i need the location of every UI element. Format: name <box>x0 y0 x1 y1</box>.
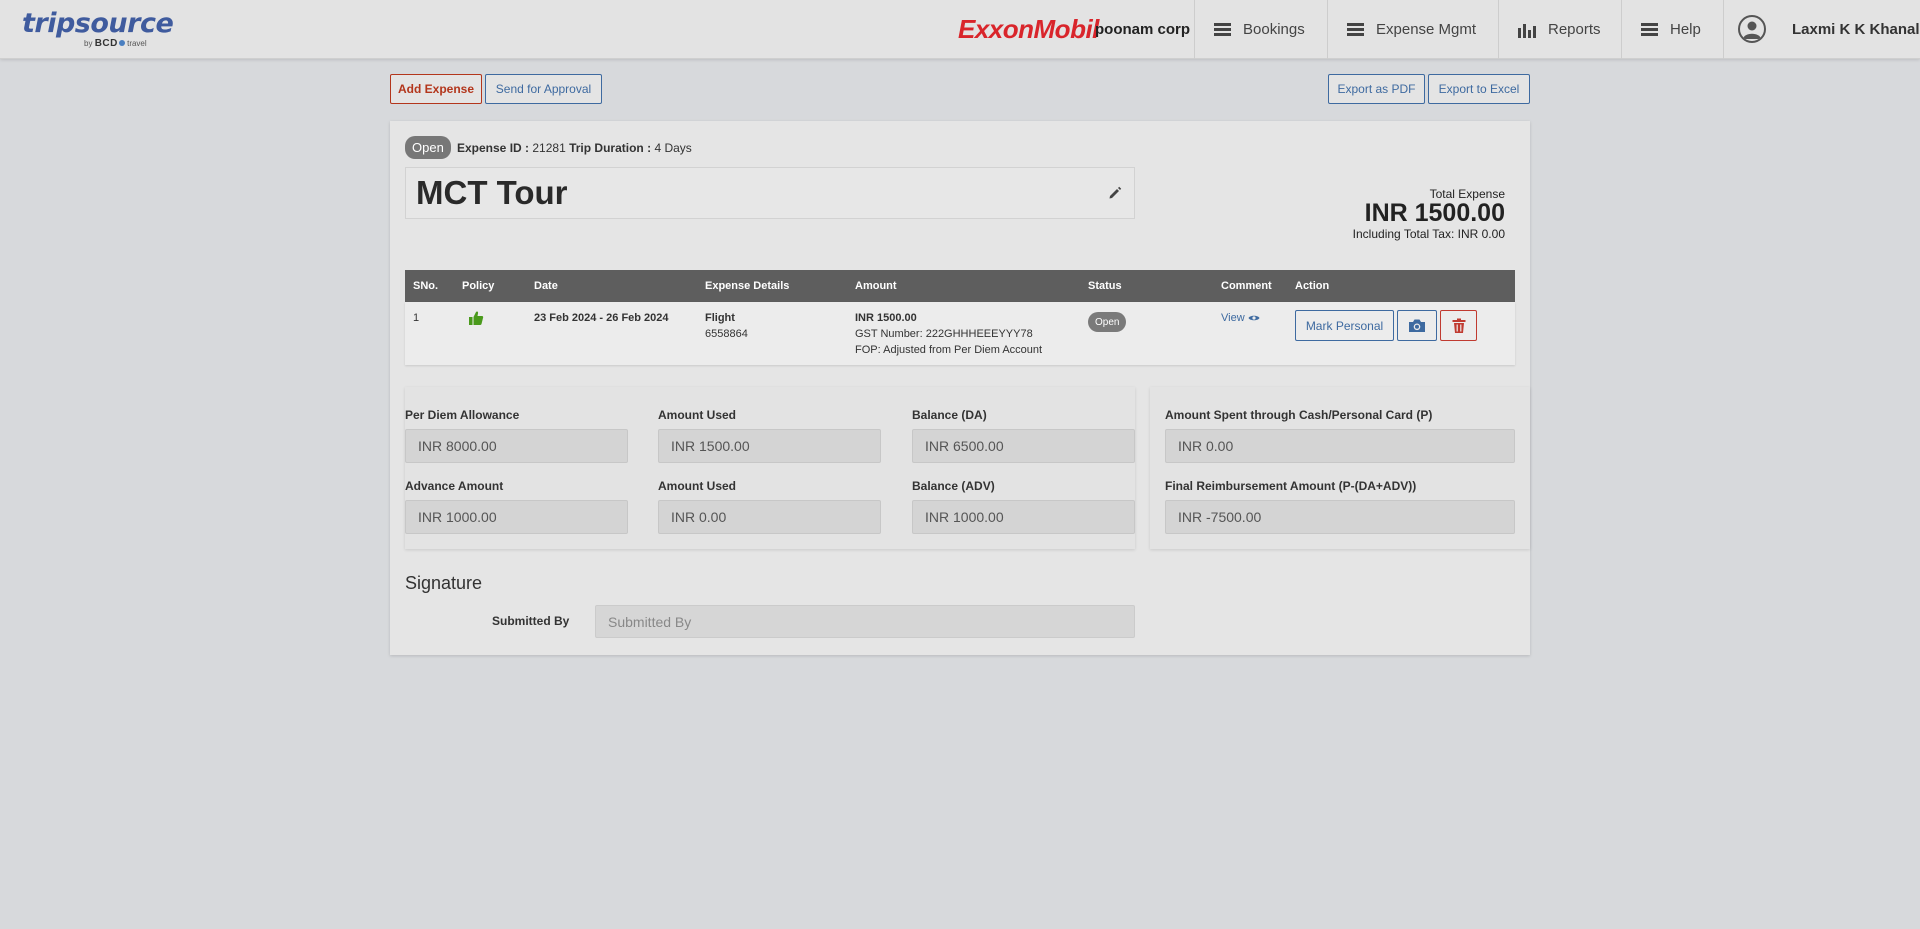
nav-bookings-label: Bookings <box>1243 21 1305 38</box>
cash-spent-label: Amount Spent through Cash/Personal Card … <box>1165 408 1433 422</box>
nav-reports-label: Reports <box>1548 21 1601 38</box>
logo-sub-prefix: by <box>84 39 93 48</box>
trash-icon <box>1452 318 1466 334</box>
attach-receipt-button[interactable] <box>1397 310 1437 341</box>
balance-adv-label: Balance (ADV) <box>912 479 995 493</box>
nav-divider <box>1723 0 1724 59</box>
menu-icon <box>1641 22 1658 37</box>
row-expense-details: Flight 6558864 <box>705 310 748 342</box>
nav-help[interactable]: Help <box>1641 0 1701 59</box>
nav-help-label: Help <box>1670 21 1701 38</box>
send-for-approval-button[interactable]: Send for Approval <box>485 74 602 104</box>
expense-id-label: Expense ID : <box>457 141 530 155</box>
row-detail-ref: 6558864 <box>705 328 748 340</box>
export-pdf-button[interactable]: Export as PDF <box>1328 74 1425 104</box>
advance-amount-label: Advance Amount <box>405 479 504 493</box>
balance-da-field: INR 6500.00 <box>912 429 1135 463</box>
delete-expense-button[interactable] <box>1440 310 1477 341</box>
logo-subtext: by BCD travel <box>84 38 147 49</box>
column-header-amount: Amount <box>855 280 897 292</box>
top-navigation-bar: tripsource by BCD travel ExxonMobil poon… <box>0 0 1920 59</box>
row-amount: INR 1500.00 GST Number: 222GHHHEEEYYY78 … <box>855 310 1042 358</box>
row-status-badge: Open <box>1088 312 1127 332</box>
logo-sub-brand: BCD <box>94 38 118 49</box>
table-row: 1 23 Feb 2024 - 26 Feb 2024 Flight 65588… <box>405 302 1515 365</box>
cash-spent-field: INR 0.00 <box>1165 429 1515 463</box>
row-view-comment-link[interactable]: View <box>1221 312 1260 324</box>
advance-amount-field: INR 1000.00 <box>405 500 628 534</box>
expense-title-box: MCT Tour <box>405 167 1135 219</box>
user-name[interactable]: Laxmi K K Khanal <box>1792 21 1920 38</box>
row-gst: GST Number: 222GHHHEEEYYY78 <box>855 328 1033 340</box>
logo-wordmark: tripsource <box>22 8 174 39</box>
logo-dot-icon <box>118 40 125 46</box>
add-expense-button[interactable]: Add Expense <box>390 74 482 104</box>
per-diem-label: Per Diem Allowance <box>405 408 520 422</box>
camera-icon <box>1408 318 1426 333</box>
nav-expense-mgmt[interactable]: Expense Mgmt <box>1347 0 1476 59</box>
column-header-sno: SNo. <box>413 280 439 292</box>
expense-table-header: SNo. Policy Date Expense Details Amount … <box>405 270 1515 302</box>
menu-icon <box>1214 22 1231 37</box>
nav-divider <box>1194 0 1195 59</box>
amount-used-adv-field: INR 0.00 <box>658 500 881 534</box>
nav-expense-mgmt-label: Expense Mgmt <box>1376 21 1477 38</box>
per-diem-field: INR 8000.00 <box>405 429 628 463</box>
logo-sub-suffix: travel <box>127 39 147 48</box>
row-detail-type: Flight <box>705 312 735 324</box>
amount-used-da-field: INR 1500.00 <box>658 429 881 463</box>
balance-da-label: Balance (DA) <box>912 408 987 422</box>
amount-used-adv-label: Amount Used <box>658 479 736 493</box>
column-header-action: Action <box>1295 280 1330 292</box>
pencil-icon[interactable] <box>1108 186 1122 205</box>
row-sno: 1 <box>413 312 420 324</box>
nav-divider <box>1621 0 1622 59</box>
final-reimbursement-field: INR -7500.00 <box>1165 500 1515 534</box>
expense-status-badge: Open <box>405 136 451 159</box>
submitted-by-field[interactable]: Submitted By <box>595 605 1135 638</box>
column-header-comment: Comment <box>1221 280 1272 292</box>
column-header-date: Date <box>534 280 558 292</box>
bar-chart-icon <box>1518 22 1536 38</box>
row-date-text: 23 Feb 2024 - 26 Feb 2024 <box>534 312 669 324</box>
tripsource-logo[interactable]: tripsource by BCD travel <box>22 8 174 49</box>
thumbs-up-icon <box>468 310 484 331</box>
user-avatar-icon[interactable] <box>1738 15 1766 43</box>
mark-personal-button[interactable]: Mark Personal <box>1295 310 1394 341</box>
export-excel-button[interactable]: Export to Excel <box>1428 74 1530 104</box>
balance-adv-field: INR 1000.00 <box>912 500 1135 534</box>
menu-icon <box>1347 22 1364 37</box>
row-amount-value: INR 1500.00 <box>855 312 917 324</box>
nav-divider <box>1498 0 1499 59</box>
nav-bookings[interactable]: Bookings <box>1214 0 1305 59</box>
final-reimbursement-label: Final Reimbursement Amount (P-(DA+ADV)) <box>1165 479 1417 493</box>
submitted-by-label: Submitted By <box>492 614 570 628</box>
row-view-label: View <box>1221 312 1245 324</box>
row-date: 23 Feb 2024 - 26 Feb 2024 <box>534 310 669 326</box>
trip-duration: 4 Days <box>654 141 692 155</box>
column-header-expense-details: Expense Details <box>705 280 790 292</box>
trip-duration-label: Trip Duration : <box>569 141 652 155</box>
expense-meta: Expense ID : 21281 Trip Duration : 4 Day… <box>457 141 692 155</box>
total-expense-amount: INR 1500.00 <box>1364 199 1505 227</box>
signature-heading: Signature <box>405 573 483 593</box>
client-brand-logo: ExxonMobil <box>958 14 1099 44</box>
column-header-policy: Policy <box>462 280 495 292</box>
amount-used-da-label: Amount Used <box>658 408 736 422</box>
eye-icon <box>1248 314 1260 322</box>
nav-divider <box>1327 0 1328 59</box>
total-tax: Including Total Tax: INR 0.00 <box>1352 227 1505 241</box>
expense-id: 21281 <box>532 141 566 155</box>
company-name: poonam corp <box>1095 21 1191 38</box>
nav-reports[interactable]: Reports <box>1518 0 1601 59</box>
column-header-status: Status <box>1088 280 1122 292</box>
expense-title: MCT Tour <box>416 174 568 211</box>
row-fop: FOP: Adjusted from Per Diem Account <box>855 344 1043 356</box>
